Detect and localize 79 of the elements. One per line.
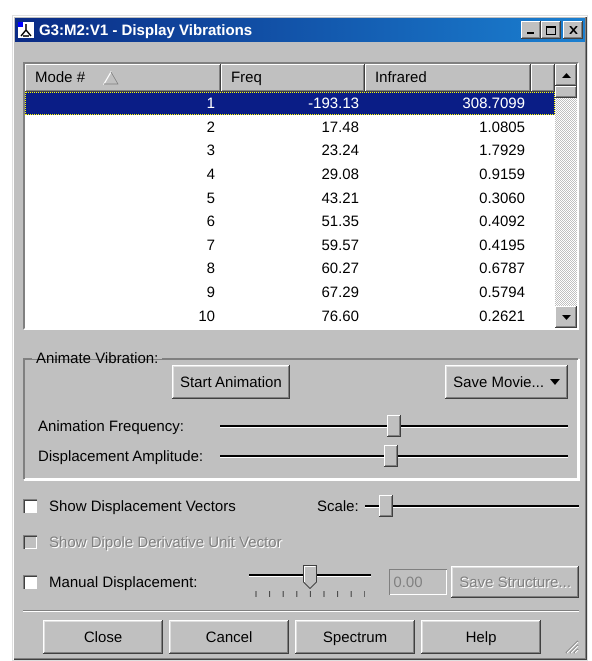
dialog-button[interactable]: Help bbox=[421, 620, 541, 654]
table-cell-text: 0.2621 bbox=[478, 308, 526, 325]
table-row[interactable]: 5 43.21 0.3060 bbox=[25, 186, 555, 210]
table-row[interactable]: 2 17.48 1.0805 bbox=[25, 115, 555, 140]
table-cell-text: 7 bbox=[206, 236, 216, 254]
table-row[interactable]: 4 29.08 0.9159 bbox=[25, 162, 555, 186]
close-icon bbox=[568, 26, 578, 34]
slider-thumb[interactable] bbox=[387, 415, 401, 437]
caret-icon bbox=[550, 379, 560, 385]
table-cell-text: 4 bbox=[206, 166, 216, 183]
checkbox-label: Manual Displacement: bbox=[49, 574, 198, 590]
slider-label: Animation Frequency: bbox=[38, 418, 185, 434]
table-cell-text: 0.4092 bbox=[478, 213, 526, 230]
slider-thumb[interactable] bbox=[379, 495, 394, 517]
table-cell-text: 1.0805 bbox=[478, 118, 526, 136]
table-cell-text: 67.29 bbox=[320, 284, 360, 302]
minimize-button[interactable] bbox=[521, 21, 541, 39]
table-cell-text: 60.27 bbox=[320, 260, 360, 278]
scroll-down-button[interactable] bbox=[555, 306, 577, 328]
table-cell-text: 5 bbox=[206, 190, 216, 207]
window-title: G3:M2:V1 - Display Vibrations bbox=[39, 22, 254, 38]
table-cell-text: 0.4195 bbox=[478, 236, 526, 254]
empty-column-header bbox=[531, 64, 555, 92]
down-arrow-icon bbox=[562, 314, 570, 320]
table-cell-text: 59.57 bbox=[320, 236, 360, 254]
checkbox-label: Show Displacement Vectors bbox=[49, 498, 236, 514]
slider-thumb[interactable] bbox=[384, 445, 398, 467]
table-row[interactable]: 1 -193.13 308.7099 bbox=[25, 92, 555, 116]
table-cell-text: 29.08 bbox=[320, 166, 360, 183]
table-cell-text: 8 bbox=[206, 260, 216, 278]
table-row[interactable]: 9 67.29 0.5794 bbox=[25, 280, 555, 304]
table-cell-text: 23.24 bbox=[320, 142, 360, 160]
table-cell-text: 3 bbox=[206, 142, 216, 160]
table-row[interactable]: 8 60.27 0.6787 bbox=[25, 257, 555, 281]
column-header[interactable]: Mode # bbox=[25, 64, 221, 92]
app-icon bbox=[17, 21, 35, 39]
scroll-up-button[interactable] bbox=[555, 64, 577, 86]
table-cell-text: 0.9159 bbox=[478, 166, 526, 183]
save-movie-button[interactable]: Save Movie... bbox=[445, 365, 568, 399]
table-cell-text: 17.48 bbox=[320, 118, 360, 136]
table-cell-text: 2 bbox=[206, 118, 216, 136]
table-cell-text: 0.5794 bbox=[478, 284, 526, 302]
table-row[interactable]: 3 23.24 1.7929 bbox=[25, 139, 555, 163]
table-row[interactable]: 6 51.35 0.4092 bbox=[25, 210, 555, 234]
resize-grip-icon[interactable] bbox=[563, 638, 579, 654]
slider-thumb[interactable] bbox=[303, 565, 318, 589]
maximize-icon bbox=[546, 26, 556, 34]
table-row[interactable]: 10 76.60 0.2621 bbox=[25, 304, 555, 328]
table-cell-text: 308.7099 bbox=[461, 95, 526, 112]
table-cell-text: 10 bbox=[197, 308, 216, 325]
table-cell-text: 0.3060 bbox=[478, 190, 526, 207]
table-cell-text: 43.21 bbox=[320, 190, 360, 207]
checkbox-label: Show Dipole Derivative Unit Vector bbox=[49, 534, 282, 550]
table-cell-text: 6 bbox=[206, 213, 216, 230]
group-title: Animate Vibration: bbox=[35, 350, 160, 367]
column-header[interactable]: Infrared bbox=[365, 64, 531, 92]
sort-icon bbox=[103, 70, 120, 85]
scale-label: Scale: bbox=[317, 498, 359, 514]
table-cell-text: 51.35 bbox=[320, 213, 360, 230]
table-cell-text: 1.7929 bbox=[478, 142, 526, 160]
scrollbar[interactable] bbox=[555, 64, 577, 328]
table-cell-text: 76.60 bbox=[320, 308, 360, 325]
dialog-button[interactable]: Cancel bbox=[169, 620, 289, 654]
table-cell-text: 0.6787 bbox=[478, 260, 526, 278]
dialog-button[interactable]: Spectrum bbox=[295, 620, 415, 654]
dialog-button[interactable]: Close bbox=[43, 620, 163, 654]
scroll-thumb[interactable] bbox=[555, 86, 577, 98]
checkbox[interactable] bbox=[23, 499, 37, 513]
slider-label: Displacement Amplitude: bbox=[38, 448, 204, 464]
checkbox[interactable] bbox=[23, 575, 37, 589]
table-row[interactable]: 7 59.57 0.4195 bbox=[25, 234, 555, 258]
column-header[interactable]: Freq bbox=[221, 64, 365, 92]
table-cell-text: 1 bbox=[206, 95, 216, 112]
up-arrow-icon bbox=[562, 72, 570, 78]
table-cell-text: -193.13 bbox=[307, 95, 360, 112]
start-animation-button[interactable]: Start Animation bbox=[172, 365, 290, 399]
close-button[interactable] bbox=[563, 21, 583, 39]
maximize-button[interactable] bbox=[541, 21, 561, 39]
table-cell-text: 9 bbox=[206, 284, 216, 302]
